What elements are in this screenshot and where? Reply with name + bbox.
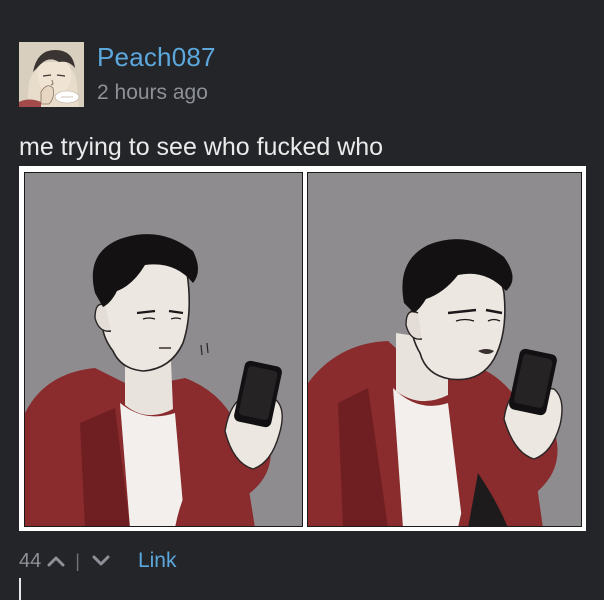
post-timestamp: 2 hours ago (97, 81, 208, 104)
post-image[interactable] (19, 166, 586, 531)
comic-panel-right (307, 172, 582, 527)
chevron-down-icon[interactable] (92, 554, 110, 568)
avatar-image (19, 42, 84, 107)
comic-panel-left (24, 172, 303, 527)
post-meta: Peach087 2 hours ago (97, 42, 216, 105)
vote-divider: | (75, 550, 80, 571)
post-actions: 44 | Link (19, 546, 176, 576)
vote-count: 44 (19, 549, 42, 572)
text-cursor (19, 578, 21, 600)
link-button[interactable]: Link (138, 549, 177, 573)
comic-panel-left-illustration (25, 173, 302, 526)
post-header: Peach087 2 hours ago (19, 42, 216, 108)
post-caption: me trying to see who fucked who (19, 133, 384, 161)
comic-panel-right-illustration (308, 173, 581, 526)
chevron-up-icon[interactable] (47, 554, 65, 568)
avatar[interactable] (19, 42, 84, 107)
username-link[interactable]: Peach087 (97, 42, 216, 72)
